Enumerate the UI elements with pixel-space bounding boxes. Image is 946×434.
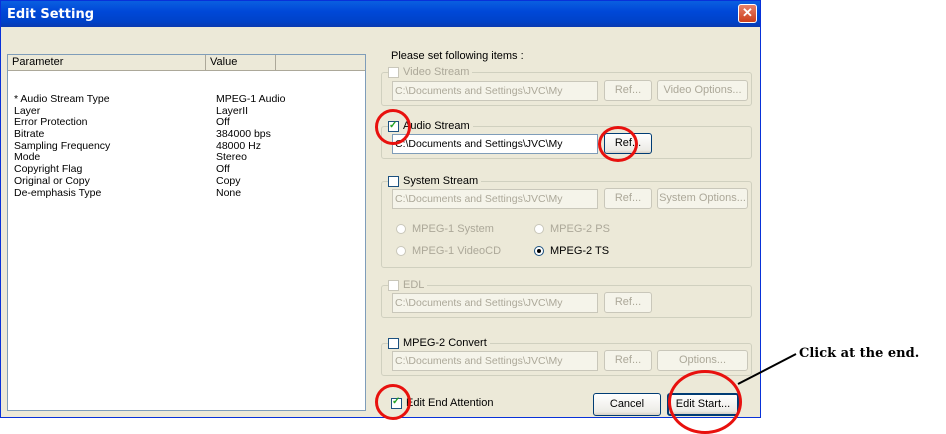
callout-label: Click at the end. [799, 346, 920, 361]
callout-line [737, 353, 797, 385]
callout-arrow [737, 353, 797, 385]
